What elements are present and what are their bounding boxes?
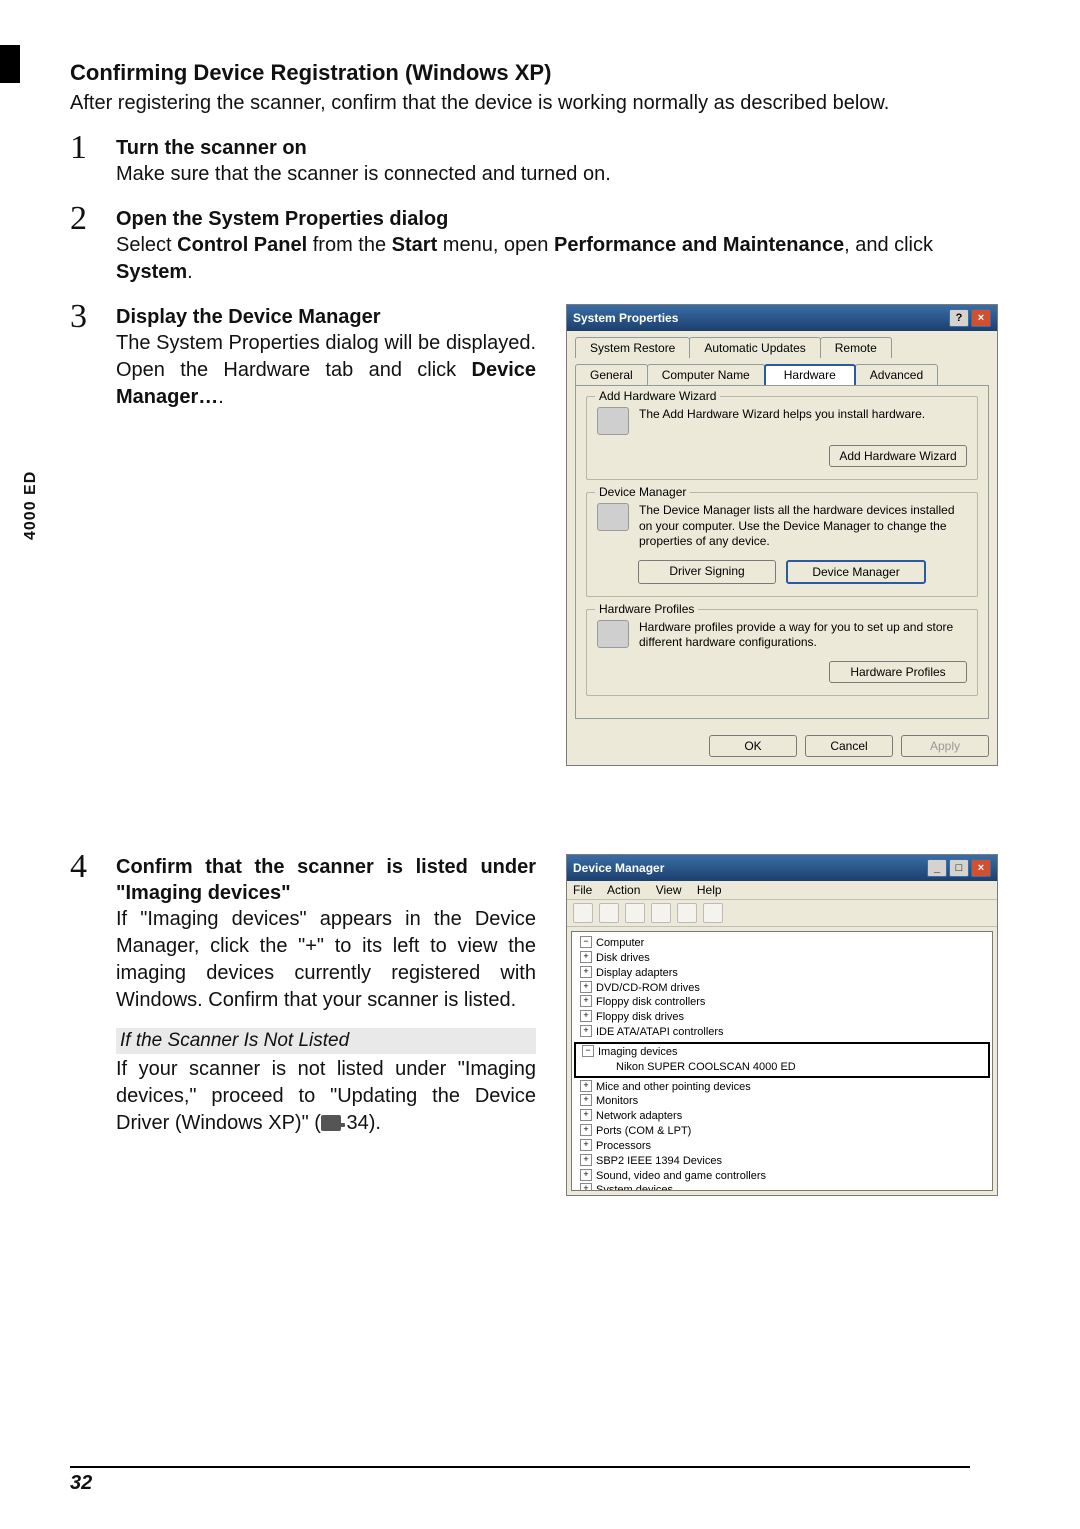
driver-signing-button[interactable]: Driver Signing bbox=[638, 560, 776, 584]
apply-button[interactable]: Apply bbox=[901, 735, 989, 757]
tree-item[interactable]: Ports (COM & LPT) bbox=[574, 1124, 990, 1139]
menu-help[interactable]: Help bbox=[697, 883, 722, 897]
tree-item[interactable]: Processors bbox=[574, 1139, 990, 1154]
menu-action[interactable]: Action bbox=[607, 883, 640, 897]
tab-automatic-updates[interactable]: Automatic Updates bbox=[689, 337, 820, 358]
devmgr-toolbar bbox=[567, 900, 997, 927]
tree-item[interactable]: Sound, video and game controllers bbox=[574, 1169, 990, 1184]
hardware-profiles-button[interactable]: Hardware Profiles bbox=[829, 661, 967, 683]
tree-item[interactable]: SBP2 IEEE 1394 Devices bbox=[574, 1154, 990, 1169]
devmgr-titlebar: Device Manager _ □ × bbox=[567, 855, 997, 881]
hardware-profiles-icon bbox=[597, 620, 629, 648]
properties-icon[interactable] bbox=[625, 903, 645, 923]
print-icon[interactable] bbox=[651, 903, 671, 923]
tree-item[interactable]: Mice and other pointing devices bbox=[574, 1080, 990, 1095]
tree-item[interactable]: System devices bbox=[574, 1183, 990, 1191]
close-button[interactable]: × bbox=[971, 309, 991, 327]
tree-item[interactable]: Floppy disk controllers bbox=[574, 995, 990, 1010]
forward-icon[interactable] bbox=[599, 903, 619, 923]
imaging-devices-highlight: Imaging devices Nikon SUPER COOLSCAN 400… bbox=[574, 1042, 990, 1078]
device-tree[interactable]: Computer Disk drivesDisplay adaptersDVD/… bbox=[571, 931, 993, 1191]
step-4: Confirm that the scanner is listed under… bbox=[70, 854, 1010, 1196]
section-heading: Confirming Device Registration (Windows … bbox=[70, 60, 1010, 86]
tree-imaging-devices[interactable]: Imaging devices bbox=[576, 1045, 988, 1060]
tree-item[interactable]: DVD/CD-ROM drives bbox=[574, 981, 990, 996]
step1-title: Turn the scanner on bbox=[116, 135, 1010, 161]
step3-body: The System Properties dialog will be dis… bbox=[116, 330, 536, 411]
menu-view[interactable]: View bbox=[656, 883, 682, 897]
cancel-button[interactable]: Cancel bbox=[805, 735, 893, 757]
step4-title: Confirm that the scanner is listed under… bbox=[116, 854, 536, 906]
device-manager-button[interactable]: Device Manager bbox=[786, 560, 926, 584]
sysprops-titlebar: System Properties ? × bbox=[567, 305, 997, 331]
tab-computer-name[interactable]: Computer Name bbox=[647, 364, 765, 385]
sysprops-title: System Properties bbox=[573, 311, 678, 325]
tree-scanner-entry[interactable]: Nikon SUPER COOLSCAN 4000 ED bbox=[576, 1060, 988, 1075]
step4-body: If "Imaging devices" appears in the Devi… bbox=[116, 906, 536, 1014]
devmgr-menubar: File Action View Help bbox=[567, 881, 997, 900]
chapter-tab bbox=[0, 45, 20, 83]
page-number: 32 bbox=[70, 1466, 970, 1495]
tab-system-restore[interactable]: System Restore bbox=[575, 337, 690, 358]
tree-item[interactable]: IDE ATA/ATAPI controllers bbox=[574, 1025, 990, 1040]
sysprops-tabs-row1: System Restore Automatic Updates Remote bbox=[567, 331, 997, 358]
intro-text: After registering the scanner, confirm t… bbox=[70, 90, 1010, 117]
step2-title: Open the System Properties dialog bbox=[116, 206, 1010, 232]
scan-icon[interactable] bbox=[703, 903, 723, 923]
devmgr-close-button[interactable]: × bbox=[971, 859, 991, 877]
tree-item[interactable]: Floppy disk drives bbox=[574, 1010, 990, 1025]
step3-title: Display the Device Manager bbox=[116, 304, 536, 330]
cross-reference-icon bbox=[321, 1115, 341, 1131]
add-hardware-wizard-group: Add Hardware Wizard The Add Hardware Wiz… bbox=[586, 396, 978, 480]
step-3: Display the Device Manager The System Pr… bbox=[70, 304, 1010, 836]
tab-hardware[interactable]: Hardware bbox=[764, 364, 856, 385]
ok-button[interactable]: OK bbox=[709, 735, 797, 757]
tree-item[interactable]: Display adapters bbox=[574, 966, 990, 981]
back-icon[interactable] bbox=[573, 903, 593, 923]
help-button[interactable]: ? bbox=[949, 309, 969, 327]
devmgr-title: Device Manager bbox=[573, 861, 664, 875]
tree-root[interactable]: Computer bbox=[574, 936, 990, 951]
device-manager-icon bbox=[597, 503, 629, 531]
tree-item[interactable]: Network adapters bbox=[574, 1109, 990, 1124]
device-manager-group: Device Manager The Device Manager lists … bbox=[586, 492, 978, 597]
tab-general[interactable]: General bbox=[575, 364, 648, 385]
step4-subhead: If the Scanner Is Not Listed bbox=[116, 1028, 536, 1054]
refresh-icon[interactable] bbox=[677, 903, 697, 923]
step4-sub-body: If your scanner is not listed under "Ima… bbox=[116, 1056, 536, 1137]
hardware-wizard-icon bbox=[597, 407, 629, 435]
tree-item[interactable]: Disk drives bbox=[574, 951, 990, 966]
device-manager-window: Device Manager _ □ × File Action View He bbox=[566, 854, 998, 1196]
hardware-profiles-group: Hardware Profiles Hardware profiles prov… bbox=[586, 609, 978, 696]
system-properties-dialog: System Properties ? × System Restore Aut… bbox=[566, 304, 998, 766]
tab-advanced[interactable]: Advanced bbox=[855, 364, 938, 385]
sysprops-tabs-row2: General Computer Name Hardware Advanced bbox=[567, 358, 997, 385]
step2-body: Select Control Panel from the Start menu… bbox=[116, 232, 1010, 286]
step1-body: Make sure that the scanner is connected … bbox=[116, 161, 1010, 188]
side-label: 4000 ED bbox=[22, 471, 40, 540]
maximize-button[interactable]: □ bbox=[949, 859, 969, 877]
add-hardware-wizard-button[interactable]: Add Hardware Wizard bbox=[829, 445, 967, 467]
step-1: Turn the scanner on Make sure that the s… bbox=[70, 135, 1010, 188]
menu-file[interactable]: File bbox=[573, 883, 592, 897]
minimize-button[interactable]: _ bbox=[927, 859, 947, 877]
step-2: Open the System Properties dialog Select… bbox=[70, 206, 1010, 286]
tree-item[interactable]: Monitors bbox=[574, 1094, 990, 1109]
tab-remote[interactable]: Remote bbox=[820, 337, 892, 358]
